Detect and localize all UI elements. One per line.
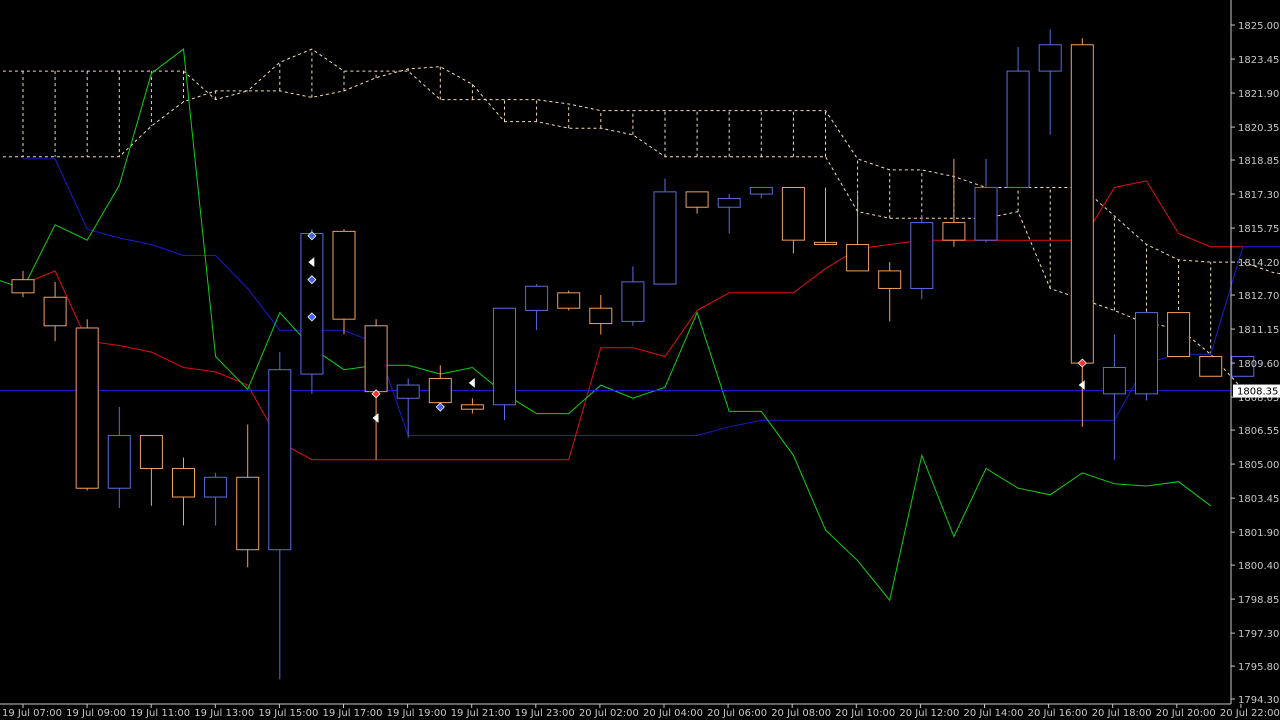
price-tick-label: 1817.30 (1238, 190, 1279, 201)
time-tick-label: 20 Jul 18:00 (1092, 708, 1152, 719)
candle-bull (1038, 44, 1062, 72)
time-tick-label: 20 Jul 22:00 (1220, 708, 1280, 719)
price-tick-label: 1794.30 (1238, 695, 1279, 706)
candle-bear (1070, 44, 1094, 364)
time-tick-label: 20 Jul 12:00 (899, 708, 959, 719)
candle-bull (621, 281, 645, 322)
price-tick-label: 1798.85 (1238, 595, 1279, 606)
candle-bear (139, 435, 163, 469)
candle-bull (749, 186, 773, 195)
candle-bear (236, 476, 260, 551)
price-tick-label: 1801.90 (1238, 528, 1279, 539)
time-tick-label: 20 Jul 02:00 (579, 708, 639, 719)
time-tick-label: 19 Jul 23:00 (515, 708, 575, 719)
candle-bull (974, 186, 998, 241)
price-axis[interactable]: 1825.00 1823.45 1821.90 1820.35 1818.85 1817.… (1231, 21, 1279, 706)
candle-bear (781, 186, 805, 241)
time-tick-label: 19 Jul 07:00 (2, 708, 62, 719)
time-tick-label: 19 Jul 19:00 (387, 708, 447, 719)
candle-bull (653, 191, 677, 285)
candle-bear (589, 307, 613, 325)
candle-bear (75, 327, 99, 489)
time-tick-label: 20 Jul 16:00 (1028, 708, 1088, 719)
candle-bear (172, 467, 195, 498)
time-tick-label: 19 Jul 11:00 (130, 708, 190, 719)
candle-bear (1199, 356, 1223, 377)
candle-bull (910, 222, 934, 289)
time-tick-label: 20 Jul 06:00 (707, 708, 767, 719)
candle-bear (557, 292, 581, 309)
candle-bear (43, 296, 67, 327)
time-tick-label: 19 Jul 17:00 (323, 708, 383, 719)
candle-bull (1006, 70, 1030, 188)
price-tick-label: 1815.75 (1238, 224, 1279, 235)
candle-bull (300, 233, 324, 375)
candle-bear (814, 241, 837, 246)
time-tick-label: 19 Jul 15:00 (258, 708, 318, 719)
candle-bear (364, 325, 388, 393)
current-price-label: 1808.35 (1237, 387, 1278, 398)
candle-bear (878, 270, 902, 289)
price-tick-label: 1812.70 (1238, 291, 1279, 302)
price-tick-label: 1818.85 (1238, 156, 1279, 167)
candle-bull (717, 197, 741, 208)
time-tick-label: 20 Jul 04:00 (643, 708, 703, 719)
price-tick-label: 1814.20 (1238, 258, 1279, 269)
price-tick-label: 1821.90 (1238, 89, 1279, 100)
candle-bull (1102, 366, 1126, 395)
price-tick-label: 1823.45 (1238, 55, 1279, 66)
candle-bear (846, 244, 870, 272)
chart-canvas: 1825.00 1823.45 1821.90 1820.35 1818.85 1817.… (0, 0, 1280, 720)
price-tick-label: 1809.60 (1238, 359, 1279, 370)
candle-bull (1135, 312, 1158, 395)
price-tick-label: 1825.00 (1238, 21, 1279, 32)
time-tick-label: 19 Jul 09:00 (66, 708, 126, 719)
time-tick-label: 19 Jul 13:00 (194, 708, 254, 719)
price-tick-label: 1806.55 (1238, 426, 1279, 437)
current-price-tag: 1808.35 (1233, 384, 1280, 398)
time-tick-label: 20 Jul 14:00 (964, 708, 1024, 719)
time-tick-label: 20 Jul 10:00 (835, 708, 895, 719)
price-tick-label: 1820.35 (1238, 123, 1279, 134)
candle-bull (493, 307, 516, 406)
price-tick-label: 1800.40 (1238, 561, 1279, 572)
candle-bear (428, 377, 452, 404)
time-tick-label: 19 Jul 21:00 (451, 708, 511, 719)
candle-bear (332, 230, 356, 320)
candle-bear (685, 191, 709, 208)
price-tick-label: 1805.00 (1238, 460, 1279, 471)
candle-bull (525, 285, 549, 311)
candle-bull (396, 384, 420, 399)
candle-bull (107, 435, 131, 489)
candle-bear (11, 279, 35, 294)
candle-bull (204, 476, 228, 498)
candle-bear (942, 222, 966, 241)
candle-bull (268, 369, 292, 551)
price-tick-label: 1811.15 (1238, 325, 1279, 336)
candle-bear (1167, 312, 1191, 358)
price-tick-label: 1803.45 (1238, 494, 1279, 505)
candle-bear (460, 404, 484, 410)
price-tick-label: 1797.30 (1238, 629, 1279, 640)
price-tick-label: 1795.80 (1238, 662, 1279, 673)
time-tick-label: 20 Jul 20:00 (1156, 708, 1216, 719)
time-tick-label: 20 Jul 08:00 (771, 708, 831, 719)
